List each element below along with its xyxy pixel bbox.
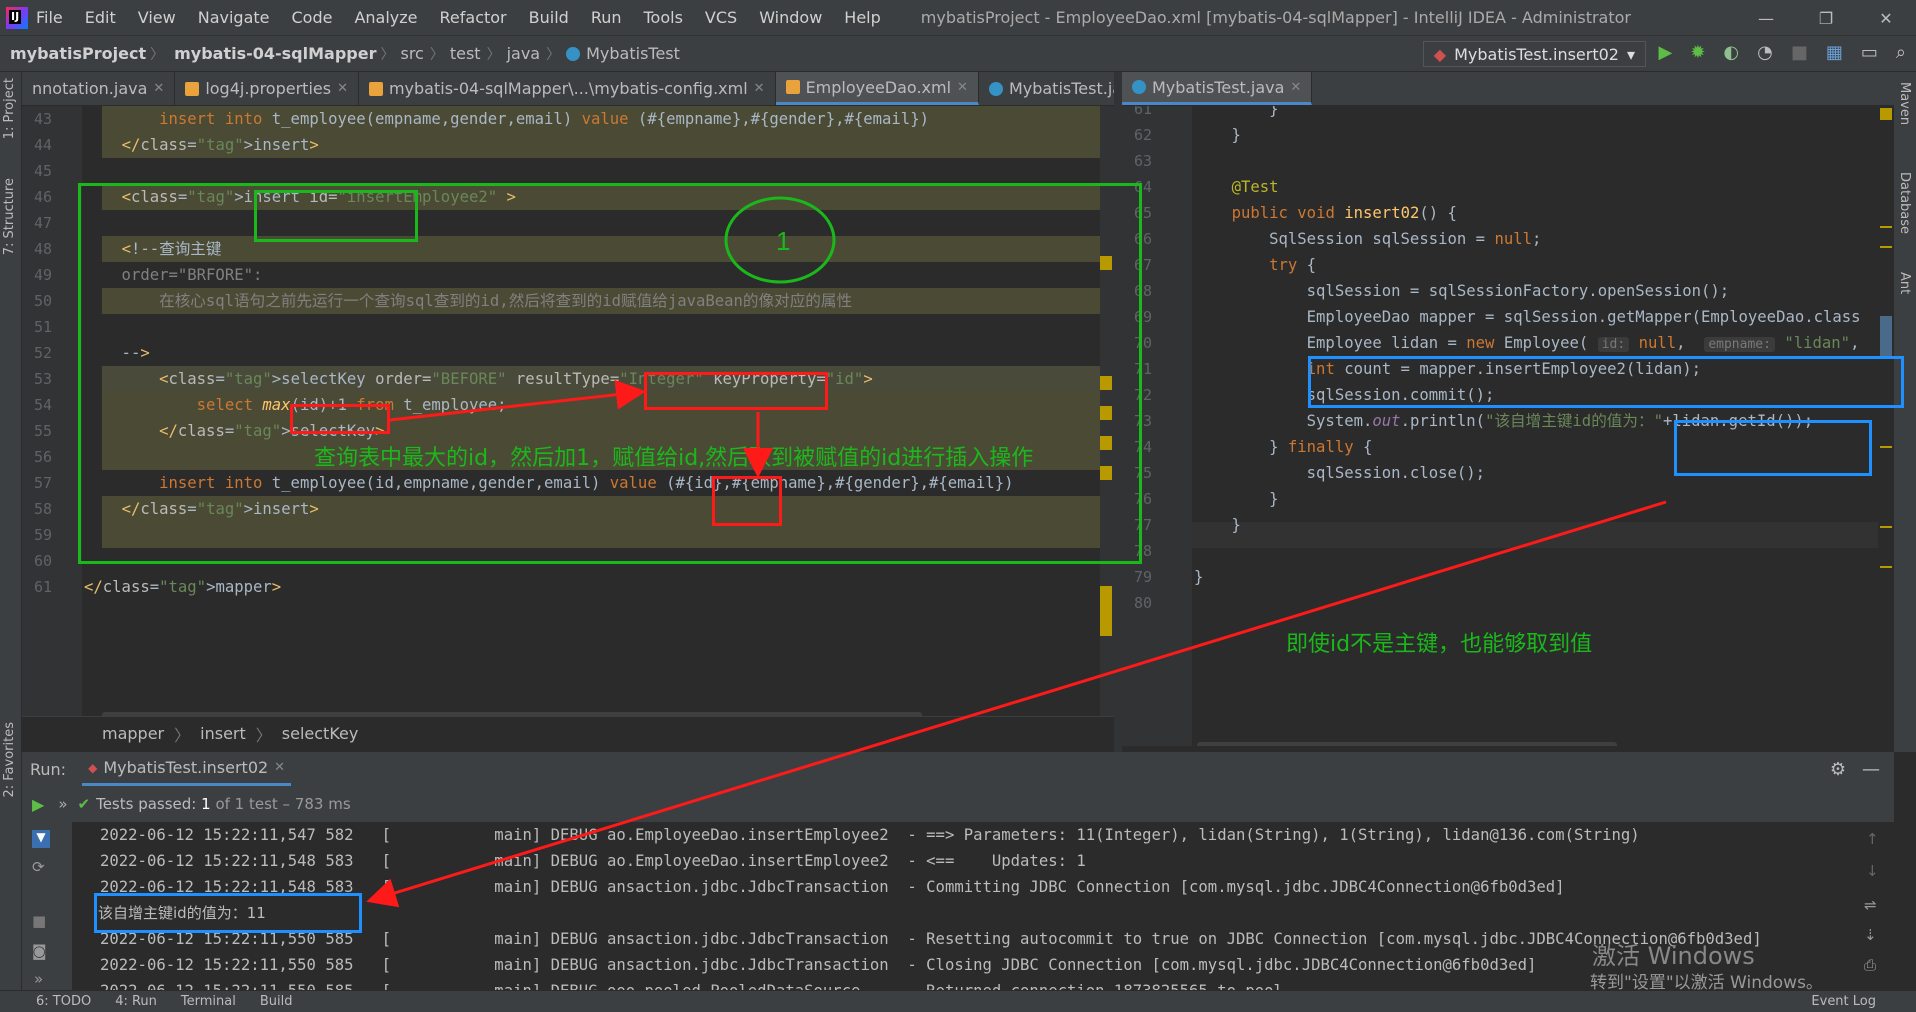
annotation-arrows <box>366 379 1667 908</box>
